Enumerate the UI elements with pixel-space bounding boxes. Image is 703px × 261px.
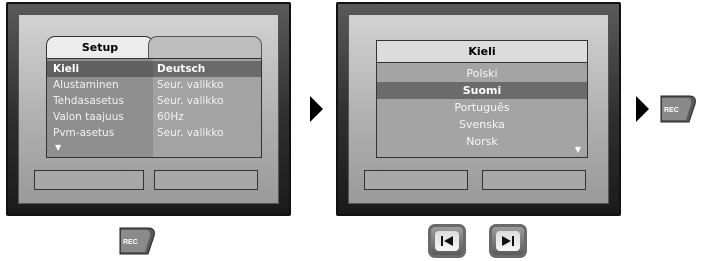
skip-next-icon (502, 236, 514, 246)
setup-row-valon-taajuus[interactable]: Valon taajuus 60Hz (47, 109, 261, 125)
rec-label: REC (664, 107, 679, 114)
setup-menu: Kieli Deutsch Alustaminen Seur. valikko … (46, 58, 262, 158)
setup-row-kieli[interactable]: Kieli Deutsch (47, 61, 261, 77)
play-arrow-icon (310, 96, 323, 122)
language-item[interactable]: Polski (377, 65, 587, 82)
setup-row-tehdasasetus[interactable]: Tehdasasetus Seur. valikko (47, 93, 261, 109)
setup-screen: Setup Kieli Deutsch Alustaminen Seur. va… (6, 2, 291, 216)
setup-row-key: Pvm-asetus (53, 127, 115, 139)
setup-row-key: Tehdasasetus (53, 95, 124, 107)
tab-blank[interactable] (148, 36, 262, 58)
softkey-right[interactable] (482, 170, 586, 190)
setup-row-pvm-asetus[interactable]: Pvm-asetus Seur. valikko (47, 125, 261, 141)
skip-previous-icon (441, 236, 453, 246)
language-menu-title: Kieli (377, 41, 587, 63)
setup-row-value: 60Hz (157, 111, 184, 123)
language-item[interactable]: Svenska (377, 116, 587, 133)
rec-label: REC (123, 239, 138, 246)
tab-setup-label: Setup (81, 41, 119, 54)
skip-previous-button[interactable] (428, 224, 466, 258)
softkey-left[interactable] (364, 170, 468, 190)
setup-row-key: Valon taajuus (53, 111, 124, 123)
language-item-selected[interactable]: Suomi (377, 82, 587, 99)
scroll-down-icon: ▼ (55, 143, 62, 152)
language-menu: Kieli Polski Suomi Português Svenska Nor… (376, 40, 588, 158)
setup-row-alustaminen[interactable]: Alustaminen Seur. valikko (47, 77, 261, 93)
rec-button[interactable]: REC (118, 224, 158, 258)
language-item[interactable]: Norsk (377, 133, 587, 150)
setup-row-key: Kieli (53, 63, 80, 75)
scroll-down-icon: ▼ (574, 145, 581, 154)
softkey-left[interactable] (34, 170, 144, 190)
softkey-right[interactable] (154, 170, 258, 190)
rec-button[interactable]: REC (659, 92, 699, 126)
language-item[interactable]: Português (377, 99, 587, 116)
tab-setup[interactable]: Setup (46, 36, 154, 58)
play-arrow-icon (636, 96, 649, 122)
setup-row-value: Seur. valikko (157, 79, 224, 91)
setup-row-value: Seur. valikko (157, 95, 224, 107)
setup-row-key: Alustaminen (53, 79, 119, 91)
skip-next-button[interactable] (489, 224, 527, 258)
setup-row-value: Seur. valikko (157, 127, 224, 139)
setup-row-value: Deutsch (157, 63, 206, 75)
language-screen: Kieli Polski Suomi Português Svenska Nor… (336, 2, 621, 216)
